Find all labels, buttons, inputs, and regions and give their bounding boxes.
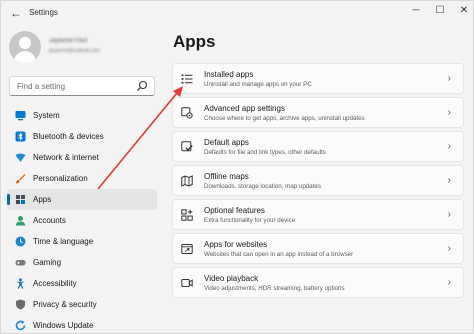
- card-description: Defaults for file and link types, other …: [204, 149, 326, 156]
- sidebar-item-system[interactable]: System: [7, 105, 157, 126]
- maximize-button[interactable]: ☐: [427, 3, 453, 19]
- search-input[interactable]: Find a setting: [9, 76, 155, 96]
- apps-icon: [16, 195, 25, 204]
- apps-for-websites-card[interactable]: Apps for websites Websites that can open…: [172, 233, 464, 264]
- sidebar-item-label: Windows Update: [33, 321, 94, 330]
- user-email: jayasree@outlook.com: [49, 48, 100, 54]
- sidebar-item-label: Privacy & security: [33, 300, 97, 309]
- sidebar-item-network[interactable]: Network & internet: [7, 147, 157, 168]
- apps-settings-list: Installed apps Uninstall and manage apps…: [172, 63, 464, 301]
- minimize-button[interactable]: ─: [403, 3, 429, 19]
- chevron-right-icon: ›: [447, 209, 451, 220]
- sidebar-item-label: Gaming: [33, 258, 62, 267]
- accounts-icon: [16, 216, 25, 226]
- installed-apps-card[interactable]: Installed apps Uninstall and manage apps…: [172, 63, 464, 94]
- sidebar-item-label: Time & language: [33, 237, 94, 246]
- card-title: Offline maps: [204, 172, 249, 181]
- search-icon: [137, 80, 148, 91]
- card-description: Video adjustments, HDR streaming, batter…: [204, 285, 345, 292]
- card-description: Uninstall and manage apps on your PC: [204, 81, 312, 88]
- close-button[interactable]: ✕: [451, 3, 473, 19]
- gaming-icon: [15, 260, 26, 266]
- card-description: Choose where to get apps, archive apps, …: [204, 115, 365, 122]
- windows-update-icon: [15, 320, 26, 331]
- card-title: Apps for websites: [204, 240, 268, 249]
- sidebar-item-accounts[interactable]: Accounts: [7, 210, 157, 231]
- default-apps-card[interactable]: Default apps Defaults for file and link …: [172, 131, 464, 162]
- sidebar-item-label: Accounts: [33, 216, 66, 225]
- sidebar-item-privacy-security[interactable]: Privacy & security: [7, 294, 157, 315]
- sidebar-item-label: Bluetooth & devices: [33, 132, 104, 141]
- chevron-right-icon: ›: [447, 73, 451, 84]
- sidebar-item-accessibility[interactable]: Accessibility: [7, 273, 157, 294]
- sidebar-item-label: Personalization: [33, 174, 88, 183]
- advanced-app-settings-icon: [181, 107, 193, 119]
- chevron-right-icon: ›: [447, 175, 451, 186]
- sidebar-item-apps[interactable]: Apps: [7, 189, 157, 210]
- sidebar-item-time-language[interactable]: Time & language: [7, 231, 157, 252]
- apps-for-websites-icon: [181, 244, 193, 254]
- sidebar-item-gaming[interactable]: Gaming: [7, 252, 157, 273]
- offline-maps-icon: [181, 175, 193, 187]
- optional-features-icon: [181, 209, 193, 221]
- chevron-right-icon: ›: [447, 107, 451, 118]
- card-title: Installed apps: [204, 70, 254, 79]
- card-title: Default apps: [204, 138, 249, 147]
- card-description: Downloads, storage location, map updates: [204, 183, 321, 190]
- shield-icon: [16, 299, 25, 310]
- video-playback-icon: [181, 279, 193, 287]
- sidebar-item-label: Accessibility: [33, 279, 77, 288]
- chevron-right-icon: ›: [447, 243, 451, 254]
- user-name: Jayasree Paul: [49, 38, 88, 44]
- system-icon: [15, 111, 26, 121]
- page-title: Apps: [173, 32, 216, 51]
- sidebar-item-personalization[interactable]: Personalization: [7, 168, 157, 189]
- time-language-icon: [15, 236, 26, 247]
- card-title: Optional features: [204, 206, 265, 215]
- chevron-right-icon: ›: [447, 141, 451, 152]
- network-icon: [15, 153, 26, 162]
- chevron-right-icon: ›: [447, 277, 451, 288]
- advanced-app-settings-card[interactable]: Advanced app settings Choose where to ge…: [172, 97, 464, 128]
- search-placeholder: Find a setting: [17, 82, 66, 91]
- card-title: Advanced app settings: [204, 104, 285, 113]
- app-title: Settings: [29, 8, 58, 17]
- optional-features-card[interactable]: Optional features Extra functionality fo…: [172, 199, 464, 230]
- accessibility-icon: [16, 278, 25, 289]
- installed-apps-icon: [181, 74, 193, 84]
- settings-window: ← Settings ─ ☐ ✕ Jayasree Paul jayasree@…: [0, 0, 474, 334]
- card-title: Video playback: [204, 274, 259, 283]
- sidebar-item-label: Apps: [33, 195, 52, 204]
- sidebar-nav: System Bluetooth & devices Network & int…: [7, 105, 157, 333]
- sidebar-item-windows-update[interactable]: Windows Update: [7, 315, 157, 333]
- brush-icon: [16, 174, 26, 184]
- default-apps-icon: [181, 141, 193, 152]
- card-description: Extra functionality for your device: [204, 217, 296, 224]
- sidebar-item-bluetooth[interactable]: Bluetooth & devices: [7, 126, 157, 147]
- avatar: [9, 31, 41, 63]
- sidebar-item-label: Network & internet: [33, 153, 99, 162]
- video-playback-card[interactable]: Video playback Video adjustments, HDR st…: [172, 267, 464, 298]
- offline-maps-card[interactable]: Offline maps Downloads, storage location…: [172, 165, 464, 196]
- sidebar-item-label: System: [33, 111, 60, 120]
- bluetooth-icon: [15, 131, 26, 142]
- user-profile[interactable]: Jayasree Paul jayasree@outlook.com: [9, 31, 149, 67]
- title-bar: ← Settings ─ ☐ ✕: [1, 1, 473, 27]
- card-description: Websites that can open in an app instead…: [204, 251, 354, 258]
- back-arrow-icon[interactable]: ←: [9, 6, 23, 20]
